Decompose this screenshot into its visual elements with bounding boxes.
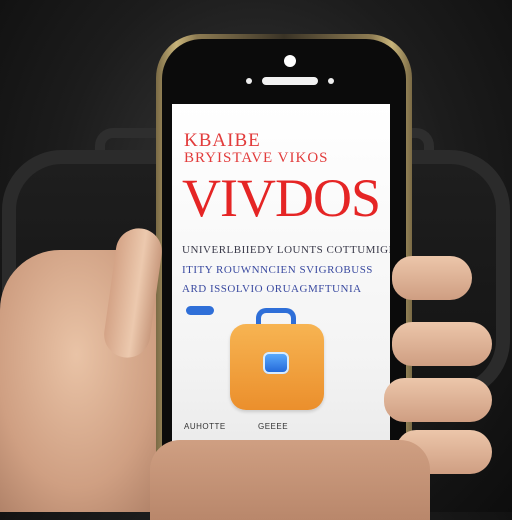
article-line-2[interactable]: ITITY ROUWNNCIEN SVIGROBUSS [182,264,373,276]
finger-1 [392,256,472,300]
article-line-1: UNIVERLBIIEDY LOUNTS COTTUMIGES [182,244,390,256]
footer-label-left[interactable]: AUHOTTE [184,422,226,431]
status-bar [178,106,384,118]
sensor-right [328,78,334,84]
sensor-left [246,78,252,84]
toggle-pill-button[interactable] [186,306,214,315]
article-headline: VIVDOS [182,168,381,228]
finger-3 [384,378,492,422]
finger-2 [392,322,492,366]
suitcase-app-icon[interactable] [230,324,324,410]
footer-label-right[interactable]: GEEEE [258,422,288,431]
article-line-3[interactable]: ARD ISSOLVIO ORUAGMFTUNIA [182,283,362,295]
suitcase-app-glyph-icon [263,352,289,374]
phone-screen: KBAIBE BRYISTAVE VIKOS VIVDOS UNIVERLBII… [172,104,390,460]
earpiece-speaker [262,77,318,85]
article-kicker: KBAIBE [184,130,261,151]
article-subkicker: BRYISTAVE VIKOS [184,150,329,166]
front-camera-icon [284,55,296,67]
palm [150,440,430,520]
